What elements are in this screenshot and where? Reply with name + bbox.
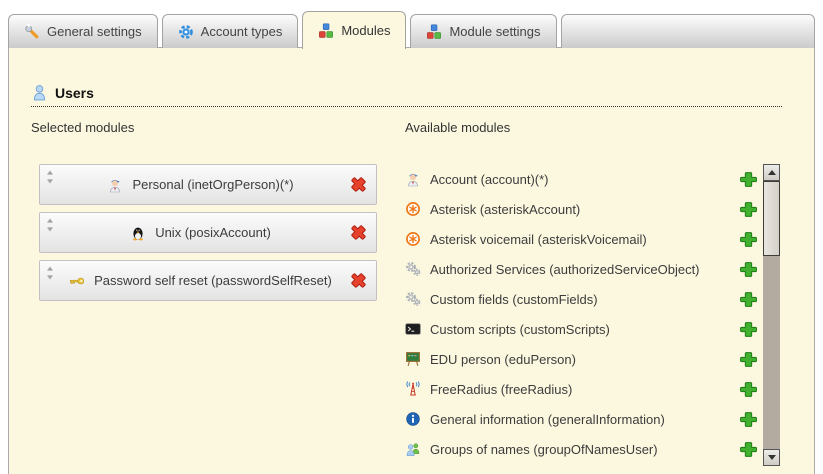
- tab-bar: General settings Account types Modules M…: [8, 11, 815, 48]
- tab-account-types[interactable]: Account types: [162, 14, 299, 48]
- available-module-row: EDU person (eduPerson): [405, 344, 757, 374]
- drag-handle-icon[interactable]: [46, 266, 54, 280]
- available-module-label: Custom fields (customFields): [430, 292, 598, 307]
- asterisk-icon: [405, 231, 421, 247]
- available-module-label: Asterisk (asteriskAccount): [430, 202, 580, 217]
- available-module-row: Custom fields (customFields): [405, 284, 757, 314]
- tab-general-settings[interactable]: General settings: [8, 14, 158, 48]
- remove-module-button[interactable]: [349, 271, 368, 290]
- add-module-button[interactable]: [740, 321, 757, 338]
- scrollbar-track[interactable]: [763, 181, 780, 449]
- selected-module-label: Unix (posixAccount): [155, 225, 271, 240]
- selected-modules-label: Selected modules: [31, 120, 134, 135]
- user-icon: [31, 84, 48, 101]
- remove-module-button[interactable]: [349, 175, 368, 194]
- wrench-icon: [24, 24, 40, 40]
- tux-icon: [130, 225, 146, 241]
- terminal-icon: [405, 321, 421, 337]
- scrollbar-thumb[interactable]: [763, 181, 780, 256]
- available-module-row: Asterisk (asteriskAccount): [405, 194, 757, 224]
- selected-module-row[interactable]: Unix (posixAccount): [39, 212, 377, 253]
- tab-bar-filler: [561, 14, 815, 48]
- tab-label: Module settings: [449, 24, 540, 39]
- add-module-button[interactable]: [740, 381, 757, 398]
- available-modules-list: Account (account)(*) Asterisk (asteriskA…: [405, 164, 757, 464]
- tab-modules[interactable]: Modules: [302, 11, 406, 49]
- available-module-label: EDU person (eduPerson): [430, 352, 576, 367]
- scroll-down-icon: [768, 455, 776, 460]
- scrollbar-down-button[interactable]: [763, 449, 780, 466]
- key-icon: [69, 273, 85, 289]
- scrollbar-up-button[interactable]: [763, 164, 780, 181]
- tab-label: Modules: [341, 23, 390, 38]
- add-module-button[interactable]: [740, 441, 757, 458]
- available-module-row: General information (generalInformation): [405, 404, 757, 434]
- available-module-label: Authorized Services (authorizedServiceOb…: [430, 262, 700, 277]
- gears-icon: [405, 261, 421, 277]
- modules-icon: [426, 24, 442, 40]
- info-icon: [405, 411, 421, 427]
- available-module-row: Account (account)(*): [405, 164, 757, 194]
- tab-module-settings[interactable]: Module settings: [410, 14, 556, 48]
- available-module-row: Authorized Services (authorizedServiceOb…: [405, 254, 757, 284]
- available-module-label: Asterisk voicemail (asteriskVoicemail): [430, 232, 647, 247]
- add-module-button[interactable]: [740, 351, 757, 368]
- selected-module-content: Unix (posixAccount): [54, 225, 347, 241]
- gear-icon: [178, 24, 194, 40]
- asterisk-icon: [405, 201, 421, 217]
- modules-tab-panel: Users Selected modules Available modules…: [8, 47, 815, 474]
- available-module-label: Custom scripts (customScripts): [430, 322, 610, 337]
- users-section-header: Users: [31, 84, 782, 107]
- selected-module-row[interactable]: Password self reset (passwordSelfReset): [39, 260, 377, 301]
- available-module-label: FreeRadius (freeRadius): [430, 382, 572, 397]
- person-icon: [107, 177, 123, 193]
- section-title: Users: [55, 85, 94, 101]
- selected-module-content: Personal (inetOrgPerson)(*): [54, 177, 347, 193]
- available-module-row: Custom scripts (customScripts): [405, 314, 757, 344]
- selected-module-label: Password self reset (passwordSelfReset): [94, 273, 332, 288]
- selected-module-content: Password self reset (passwordSelfReset): [54, 273, 347, 289]
- add-module-button[interactable]: [740, 201, 757, 218]
- available-module-row: Asterisk voicemail (asteriskVoicemail): [405, 224, 757, 254]
- add-module-button[interactable]: [740, 231, 757, 248]
- selected-module-row[interactable]: Personal (inetOrgPerson)(*): [39, 164, 377, 205]
- scroll-up-icon: [768, 170, 776, 175]
- available-modules-scrollbar[interactable]: [763, 164, 780, 466]
- available-module-label: Groups of names (groupOfNamesUser): [430, 442, 658, 457]
- person-icon: [405, 171, 421, 187]
- tab-label: Account types: [201, 24, 283, 39]
- available-modules-label: Available modules: [405, 120, 510, 135]
- modules-icon: [318, 23, 334, 39]
- tab-label: General settings: [47, 24, 142, 39]
- add-module-button[interactable]: [740, 171, 757, 188]
- available-module-label: Account (account)(*): [430, 172, 549, 187]
- group-icon: [405, 441, 421, 457]
- available-module-row: Groups of names (groupOfNamesUser): [405, 434, 757, 464]
- selected-modules-list: Personal (inetOrgPerson)(*) Unix (posixA…: [39, 164, 377, 308]
- lam-configuration-page: General settings Account types Modules M…: [0, 0, 823, 474]
- add-module-button[interactable]: [740, 411, 757, 428]
- chalkboard-icon: [405, 351, 421, 367]
- selected-module-label: Personal (inetOrgPerson)(*): [132, 177, 293, 192]
- add-module-button[interactable]: [740, 261, 757, 278]
- available-module-label: General information (generalInformation): [430, 412, 665, 427]
- antenna-icon: [405, 381, 421, 397]
- drag-handle-icon[interactable]: [46, 170, 54, 184]
- add-module-button[interactable]: [740, 291, 757, 308]
- remove-module-button[interactable]: [349, 223, 368, 242]
- gears-icon: [405, 291, 421, 307]
- drag-handle-icon[interactable]: [46, 218, 54, 232]
- available-module-row: FreeRadius (freeRadius): [405, 374, 757, 404]
